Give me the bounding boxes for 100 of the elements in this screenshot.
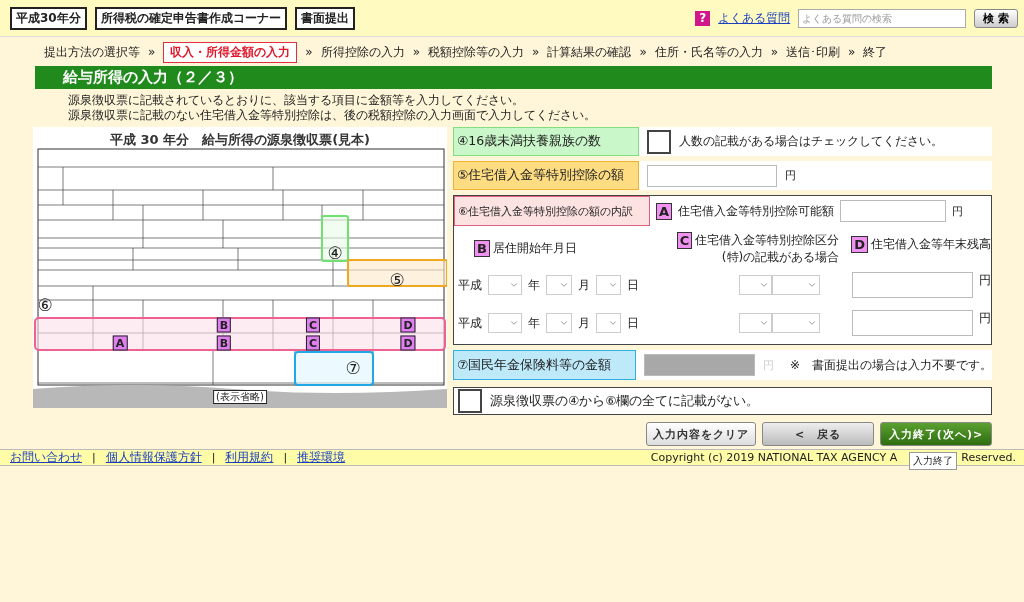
copyright-text: Reserved.	[961, 451, 1016, 464]
unit-label: 日	[627, 314, 640, 332]
header-label: 書面提出	[294, 6, 355, 30]
step-separator: »	[848, 45, 856, 59]
copyright-text: Copyright (c) 2019 NATIONAL TAX AGENCY A	[650, 451, 898, 464]
month-select[interactable]	[545, 275, 572, 295]
footer-separator: |	[92, 451, 96, 464]
step-item: 所得控除の入力	[320, 43, 405, 61]
step-item: 提出方法の選択等	[44, 43, 140, 61]
footer-link[interactable]: 個人情報保護方針	[105, 449, 202, 466]
omitted-note: (表示省略)	[213, 390, 267, 404]
footer-link[interactable]: 利用規約	[225, 449, 274, 466]
unit-label: 円	[979, 310, 992, 327]
footer-separator: |	[283, 451, 288, 464]
step-separator: »	[770, 45, 779, 59]
checkbox-label: 源泉徴収票の④から⑥欄の全てに記載がない。	[490, 392, 760, 410]
unit-label: 年	[527, 276, 540, 294]
step-item: 税額控除等の入力	[428, 43, 525, 61]
era-label: 平成	[458, 314, 482, 332]
field-label: ⑦国民年金保険料等の金額	[453, 350, 637, 380]
field-label: ⑥住宅借入金等特別控除の額の内訳	[454, 196, 650, 226]
form-marker: A	[112, 335, 128, 351]
field-label: 居住開始年月日	[492, 240, 577, 257]
unit-label: 月	[577, 314, 590, 332]
year-select[interactable]	[488, 313, 522, 333]
day-select[interactable]	[595, 313, 622, 333]
marker-label: D	[851, 236, 868, 253]
instruction-text: 源泉徴収票に記載のない住宅借入金等特別控除は、後の税額控除の入力画面で入力してください。	[68, 108, 597, 123]
month-select[interactable]	[545, 313, 572, 333]
faq-link[interactable]: よくある質問	[718, 9, 791, 27]
form-marker: B	[216, 335, 232, 351]
chevron-down-icon	[508, 318, 519, 328]
back-button[interactable]: < 戻る	[762, 422, 874, 446]
step-separator: »	[305, 45, 313, 59]
clear-button[interactable]: 入力内容をクリア	[646, 422, 756, 446]
field-label: 住宅借入金等特別控除可能額	[678, 202, 835, 220]
step-item: 計算結果の確認	[547, 43, 632, 61]
chevron-down-icon	[608, 280, 619, 290]
form-marker: D	[400, 335, 416, 351]
field-label: ⑤住宅借入金等特別控除の額	[453, 161, 639, 190]
field-label: ④16歳未満扶養親族の数	[453, 127, 639, 156]
marker-label: B	[474, 240, 490, 257]
unit-label: 円	[785, 168, 796, 183]
help-icon: ?	[695, 10, 711, 26]
unit-label: 月	[577, 276, 590, 294]
step-separator: »	[412, 45, 421, 59]
chevron-down-icon	[759, 280, 770, 290]
form-marker: ④	[327, 244, 343, 262]
search-button[interactable]: 検 索	[974, 8, 1018, 28]
chevron-down-icon	[759, 318, 770, 328]
header-label: 平成30年分	[10, 6, 87, 30]
marker-label: C	[676, 232, 693, 249]
form-marker: D	[400, 317, 416, 333]
form-marker: B	[216, 317, 232, 333]
category-select[interactable]	[738, 275, 773, 295]
day-select[interactable]	[595, 275, 622, 295]
checkbox[interactable]	[458, 389, 482, 413]
form-marker: ⑤	[389, 271, 405, 289]
footer-link[interactable]: お問い合わせ	[10, 449, 82, 466]
form-marker: ⑥	[37, 296, 53, 314]
step-item: 送信･印刷	[786, 43, 841, 61]
era-label: 平成	[458, 276, 482, 294]
instruction-text: 源泉徴収票に記載されているとおりに、該当する項目に金額等を入力してください。	[68, 93, 525, 108]
amount-field[interactable]	[647, 164, 777, 187]
chevron-down-icon	[508, 280, 519, 290]
checkbox[interactable]	[647, 129, 671, 154]
step-item: 収入・所得金額の入力	[163, 41, 298, 63]
unit-label: 年	[527, 314, 540, 332]
search-field[interactable]: よくある質問の検索	[798, 8, 967, 28]
step-item: 終了	[863, 43, 888, 61]
category-select[interactable]	[772, 313, 821, 333]
field-label: 住宅借入金等特別控除区分	[695, 232, 840, 249]
footer-separator: |	[211, 451, 216, 464]
footer-link[interactable]: 推奨環境	[297, 449, 346, 466]
year-select[interactable]	[488, 275, 522, 295]
unit-label: 日	[627, 276, 640, 294]
category-select[interactable]	[772, 275, 821, 295]
step-separator: »	[639, 45, 647, 59]
step-separator: »	[532, 45, 540, 59]
field-note: ※ 書面提出の場合は入力不要です。	[789, 356, 992, 374]
chevron-down-icon	[558, 318, 569, 328]
field-note: (特)の記載がある場合	[721, 249, 840, 266]
chevron-down-icon	[807, 280, 818, 290]
step-item: 住所・氏名等の入力	[654, 43, 763, 61]
unit-label: 円	[979, 272, 992, 289]
amount-field[interactable]	[852, 310, 974, 336]
unit-label: 円	[952, 203, 964, 219]
form-title: 平成 30 年分 給与所得の源泉徴収票(見本)	[109, 131, 371, 147]
next-button[interactable]: 入力終了(次へ)>	[880, 422, 992, 446]
checkbox-label: 人数の記載がある場合はチェックしてください。	[679, 133, 943, 150]
category-select[interactable]	[738, 313, 773, 333]
amount-field[interactable]	[852, 272, 974, 298]
step-separator: »	[148, 45, 156, 59]
chevron-down-icon	[807, 318, 818, 328]
amount-field[interactable]	[840, 200, 947, 222]
form-marker: C	[305, 335, 321, 351]
header-label: 所得税の確定申告書作成コーナー	[94, 6, 287, 30]
tooltip: 入力終了	[909, 452, 958, 470]
chevron-down-icon	[558, 280, 569, 290]
marker-label: A	[656, 202, 673, 220]
